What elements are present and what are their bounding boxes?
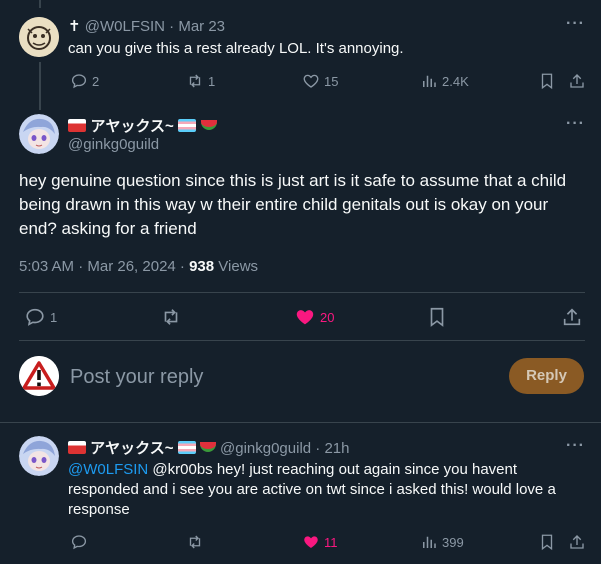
retweet-icon — [189, 74, 201, 88]
view-count: 938 — [189, 258, 215, 275]
bookmark-button[interactable] — [426, 306, 448, 328]
thread-line — [39, 0, 41, 8]
user-handle[interactable]: @ginkg0guild — [68, 136, 159, 153]
flag-emoji — [68, 119, 86, 132]
user-handle[interactable]: @W0LFSIN — [85, 18, 165, 35]
views-button[interactable]: 2.4K — [420, 72, 469, 90]
share-icon — [570, 74, 584, 88]
flag-emoji — [68, 441, 86, 454]
like-button[interactable]: 11 — [302, 533, 338, 551]
like-button[interactable]: 20 — [294, 306, 334, 328]
view-count: 2.4K — [442, 73, 469, 89]
reply-count: 1 — [50, 309, 58, 325]
reply-button[interactable] — [70, 533, 88, 551]
bar-chart-icon — [423, 75, 436, 87]
share-button[interactable] — [568, 533, 586, 551]
like-count: 20 — [320, 309, 335, 325]
thread-line — [39, 62, 41, 110]
reply-button[interactable]: 2 — [70, 72, 99, 90]
display-name[interactable]: アヤックス~ — [90, 118, 173, 135]
divider — [19, 292, 585, 293]
trans-flag-emoji — [178, 119, 197, 132]
avatar-ginkg0guild[interactable] — [19, 436, 59, 476]
reply-input[interactable]: Post your reply — [70, 366, 490, 389]
main-tweet-text: hey genuine question since this is just … — [19, 171, 567, 238]
view-count: 399 — [442, 534, 464, 550]
retweet-button[interactable] — [160, 306, 182, 328]
avatar-ginkg0guild[interactable] — [19, 114, 59, 154]
reply-tweet-text: @W0LFSIN @kr00bs hey! just reaching out … — [68, 460, 583, 520]
more-options-button[interactable]: ··· — [566, 437, 585, 455]
separator-dot: · — [169, 18, 175, 35]
retweet-icon — [189, 535, 201, 549]
bookmark-icon — [541, 534, 553, 551]
cross-emoji: ✝ — [68, 18, 81, 35]
bookmark-icon — [541, 73, 553, 90]
reply-count: 2 — [92, 73, 100, 89]
post-date[interactable]: Mar 23 — [178, 18, 225, 35]
heart-filled-icon — [304, 536, 318, 548]
watermelon-emoji — [199, 442, 216, 452]
retweet-button[interactable]: 1 — [186, 72, 215, 90]
views-button[interactable]: 399 — [420, 533, 464, 551]
warning-icon — [19, 356, 59, 396]
divider — [19, 340, 585, 341]
divider — [0, 422, 601, 423]
reply-submit-button[interactable]: Reply — [509, 358, 584, 394]
heart-icon — [303, 74, 319, 88]
retweet-count: 1 — [208, 73, 216, 89]
bookmark-button[interactable] — [538, 72, 556, 90]
more-options-button[interactable]: ··· — [566, 115, 585, 133]
views-label: Views — [214, 258, 259, 275]
reply-icon — [71, 74, 87, 89]
share-icon — [563, 308, 581, 326]
bar-chart-icon — [423, 536, 436, 548]
share-icon — [570, 535, 584, 549]
avatar-current-user[interactable] — [19, 356, 59, 396]
user-handle[interactable]: @ginkg0guild — [220, 440, 311, 457]
like-count: 11 — [324, 534, 338, 550]
watermelon-emoji — [200, 120, 217, 130]
bookmark-button[interactable] — [538, 533, 556, 551]
post-timestamp[interactable]: 5:03 AM · Mar 26, 2024 · — [19, 258, 189, 275]
bookmark-icon — [430, 307, 444, 327]
like-button[interactable]: 15 — [302, 72, 338, 90]
reply-icon — [26, 308, 44, 326]
reply-button[interactable]: 1 — [24, 306, 57, 328]
reply-icon — [71, 535, 87, 550]
retweet-icon — [164, 309, 178, 325]
tweet-text: can you give this a rest already LOL. It… — [68, 40, 404, 57]
retweet-button[interactable] — [186, 533, 204, 551]
separator-dot: · — [315, 440, 321, 457]
avatar-w0lfsin[interactable] — [19, 17, 59, 57]
more-options-button[interactable]: ··· — [566, 15, 585, 33]
like-count: 15 — [324, 73, 339, 89]
heart-filled-icon — [296, 310, 314, 325]
share-button[interactable] — [568, 72, 586, 90]
trans-flag-emoji — [177, 441, 196, 454]
post-age[interactable]: 21h — [324, 440, 349, 457]
mention-link[interactable]: @W0LFSIN — [68, 461, 148, 478]
display-name[interactable]: アヤックス~ — [90, 440, 173, 457]
share-button[interactable] — [561, 306, 583, 328]
